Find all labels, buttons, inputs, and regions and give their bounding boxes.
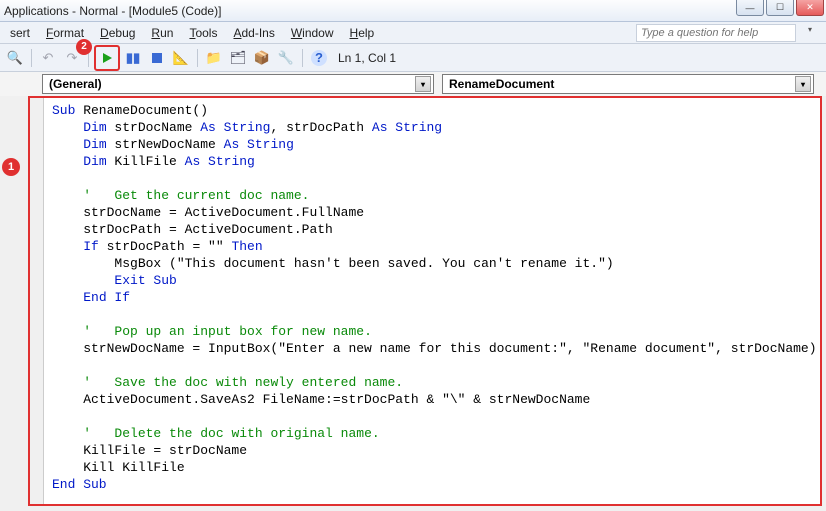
separator [197,49,198,67]
window-title: Applications - Normal - [Module5 (Code)] [4,4,221,18]
menu-debug[interactable]: Debug [92,24,143,42]
chevron-down-icon: ▾ [795,76,811,92]
maximize-button[interactable]: ☐ [766,0,794,16]
menu-bar: sert Format Debug Run Tools Add-Ins Wind… [0,22,826,44]
code-editor[interactable]: Sub RenameDocument() Dim strDocName As S… [30,98,820,497]
toolbox-icon[interactable]: 🔧 [275,47,297,69]
chevron-down-icon: ▾ [415,76,431,92]
code-pane-header: (General) ▾ RenameDocument ▾ [0,72,826,96]
code-gutter [30,98,44,504]
object-browser-icon[interactable]: 📦 [251,47,273,69]
cursor-position: Ln 1, Col 1 [338,51,396,65]
separator [31,49,32,67]
separator [302,49,303,67]
help-search-box[interactable] [636,24,796,42]
undo-icon[interactable]: ↶ [37,47,59,69]
find-icon[interactable]: 🔍 [4,47,26,69]
help-icon[interactable]: ? [308,47,330,69]
properties-icon[interactable]: 🗂 [227,47,249,69]
menu-insert[interactable]: sert [2,24,38,42]
run-button[interactable] [97,48,117,68]
window-controls: — ☐ ✕ [736,0,824,16]
help-dropdown-icon[interactable]: ▾ [808,25,812,34]
procedure-dropdown-value: RenameDocument [449,77,554,91]
break-button[interactable]: ▮▮ [122,47,144,69]
design-mode-icon[interactable]: 📐 [170,47,192,69]
annotation-step-2: 2 [76,39,92,55]
menu-window[interactable]: Window [283,24,342,42]
project-explorer-icon[interactable]: 📁 [203,47,225,69]
annotation-step-1: 1 [2,158,20,176]
help-search-input[interactable] [636,24,796,42]
close-button[interactable]: ✕ [796,0,824,16]
code-editor-highlight: 1 Sub RenameDocument() Dim strDocName As… [28,96,822,506]
menu-tools[interactable]: Tools [181,24,225,42]
menu-addins[interactable]: Add-Ins [225,24,282,42]
object-dropdown[interactable]: (General) ▾ [42,74,434,94]
procedure-dropdown[interactable]: RenameDocument ▾ [442,74,814,94]
object-dropdown-value: (General) [49,77,102,91]
title-bar: Applications - Normal - [Module5 (Code)]… [0,0,826,22]
menu-help[interactable]: Help [342,24,383,42]
run-button-highlight: 2 [94,45,120,71]
menu-run[interactable]: Run [143,24,181,42]
play-icon [101,52,113,64]
toolbar: 🔍 ↶ ↷ 2 ▮▮ 📐 📁 🗂 📦 🔧 ? Ln 1, Col 1 [0,44,826,72]
minimize-button[interactable]: — [736,0,764,16]
reset-button[interactable] [146,47,168,69]
